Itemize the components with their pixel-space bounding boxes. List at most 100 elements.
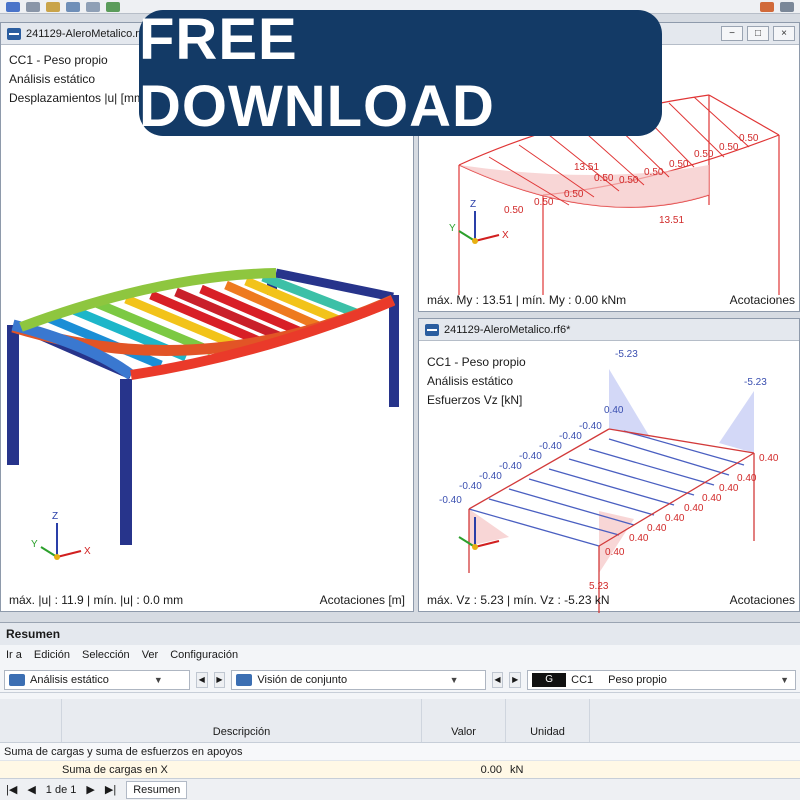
svg-text:-0.40: -0.40 (539, 441, 562, 452)
analysis-icon (9, 673, 25, 686)
last-page-button[interactable]: ▶| (105, 783, 116, 796)
menu-edit[interactable]: Edición (34, 649, 70, 663)
svg-text:0.50: 0.50 (564, 189, 584, 200)
panel-selectors: Análisis estático ▼ ◀ ▶ Visión de conjun… (0, 667, 800, 693)
svg-text:Y: Y (449, 223, 456, 234)
displacement-status-left: máx. |u| : 11.9 | mín. |u| : 0.0 mm (9, 593, 184, 607)
table-group-row[interactable]: Suma de cargas y suma de esfuerzos en ap… (0, 743, 800, 761)
svg-text:0.40: 0.40 (737, 473, 757, 484)
panel-title: Resumen (0, 623, 800, 645)
settings-icon[interactable] (780, 1, 794, 12)
menu-settings[interactable]: Configuración (170, 649, 238, 663)
free-download-banner[interactable]: FREE DOWNLOAD (139, 7, 662, 139)
summary-panel: Resumen Ir a Edición Selección Ver Confi… (0, 622, 800, 800)
view-select[interactable]: Visión de conjunto ▼ (231, 669, 486, 690)
page-indicator: 1 de 1 (45, 783, 77, 796)
maximize-button[interactable]: □ (747, 26, 769, 41)
view-icon (236, 673, 253, 686)
shear-status-left: máx. Vz : 5.23 | mín. Vz : -5.23 kN (427, 593, 610, 607)
svg-text:0.40: 0.40 (647, 523, 667, 534)
column-description: Descripción (62, 699, 422, 742)
menu-goto[interactable]: Ir a (6, 649, 22, 663)
menu-view[interactable]: Ver (142, 649, 159, 663)
table-row[interactable]: Suma de cargas en X 0.00 kN (0, 761, 800, 779)
chevron-down-icon: ▼ (153, 674, 163, 685)
model-icon[interactable] (6, 1, 20, 12)
row-value: 0.00 (480, 763, 502, 776)
svg-text:0.40: 0.40 (605, 547, 625, 558)
analysis-select[interactable]: Análisis estático ▼ (4, 669, 190, 690)
svg-text:-0.40: -0.40 (519, 451, 542, 462)
first-page-button[interactable]: |◀ (6, 783, 17, 796)
svg-text:13.51: 13.51 (574, 162, 599, 173)
panel-menu: Ir a Edición Selección Ver Configuración (0, 645, 800, 667)
svg-text:0.40: 0.40 (719, 483, 739, 494)
svg-text:-0.40: -0.40 (479, 471, 502, 482)
node-icon[interactable] (46, 1, 60, 12)
svg-text:Z: Z (52, 511, 58, 522)
tab-resumen[interactable]: Resumen (126, 780, 188, 799)
svg-text:X: X (84, 546, 91, 557)
chevron-down-icon: ▼ (780, 674, 789, 685)
table-icon[interactable] (86, 1, 100, 12)
minimize-button[interactable]: − (721, 26, 743, 41)
axis-triad: Z X Y (31, 511, 91, 560)
svg-text:0.50: 0.50 (719, 142, 739, 153)
window-controls: − □ × (721, 26, 795, 41)
prev-page-button[interactable]: ◀ (27, 783, 35, 796)
prev-arrow-button[interactable]: ◀ (195, 671, 208, 688)
next-arrow-button[interactable]: ▶ (213, 671, 226, 688)
svg-text:0.40: 0.40 (684, 503, 704, 514)
svg-text:0.50: 0.50 (504, 205, 524, 216)
svg-text:0.40: 0.40 (629, 533, 649, 544)
window-title-bar: 241129-AleroMetalico.rf6* (419, 319, 799, 341)
close-button[interactable]: × (773, 26, 795, 41)
column-value: Valor (422, 699, 506, 742)
svg-text:Y: Y (31, 539, 38, 550)
svg-text:Z: Z (470, 199, 476, 210)
pager: |◀ ◀ 1 de 1 ▶ ▶| Resumen (0, 778, 800, 800)
view-icon[interactable] (26, 1, 40, 12)
row-description: Suma de cargas en X (62, 763, 168, 776)
svg-text:-0.40: -0.40 (559, 431, 582, 442)
app-logo-icon (7, 27, 21, 40)
next-page-button[interactable]: ▶ (86, 783, 94, 796)
svg-text:-0.40: -0.40 (579, 421, 602, 432)
displacement-status-right: Acotaciones [m] (319, 593, 405, 607)
svg-text:0.50: 0.50 (644, 167, 664, 178)
chevron-down-icon: ▼ (449, 674, 459, 685)
load-group-badge: G (532, 672, 567, 687)
svg-text:-5.23: -5.23 (615, 349, 638, 360)
next-arrow-button[interactable]: ▶ (509, 671, 522, 688)
svg-text:0.40: 0.40 (759, 453, 779, 464)
summary-table: Descripción Valor Unidad Suma de cargas … (0, 699, 800, 779)
shear-window: 241129-AleroMetalico.rf6* CC1 - Peso pro… (418, 318, 800, 613)
svg-text:-0.40: -0.40 (439, 495, 462, 506)
shear-status-right: Acotaciones (729, 593, 795, 607)
color-icon[interactable] (760, 1, 774, 12)
window-title: 241129-AleroMetalico.rf6* (444, 323, 571, 336)
svg-text:0.50: 0.50 (694, 149, 714, 160)
svg-text:0.50: 0.50 (594, 173, 614, 184)
shear-model-view[interactable]: -5.23 -5.23 5.23 -0.40 -0.40 -0.40 -0.40… (419, 341, 800, 613)
svg-text:13.51: 13.51 (659, 215, 684, 226)
svg-text:0.50: 0.50 (619, 175, 639, 186)
svg-text:0.50: 0.50 (534, 197, 554, 208)
moment-status-left: máx. My : 13.51 | mín. My : 0.00 kNm (427, 293, 627, 307)
svg-text:0.40: 0.40 (604, 405, 624, 416)
menu-selection[interactable]: Selección (82, 649, 130, 663)
axis-triad: Z X Y (449, 199, 509, 244)
app-logo-icon (425, 323, 439, 336)
prev-arrow-button[interactable]: ◀ (491, 671, 504, 688)
svg-text:-0.40: -0.40 (499, 461, 522, 472)
column-unit: Unidad (506, 699, 590, 742)
svg-text:0.50: 0.50 (669, 159, 689, 170)
svg-text:5.23: 5.23 (589, 581, 609, 592)
filter-icon[interactable] (66, 1, 80, 12)
load-case-select[interactable]: G CC1 Peso propio ▼ (527, 669, 796, 690)
moment-status-right: Acotaciones (729, 293, 795, 307)
row-unit: kN (510, 763, 524, 776)
svg-text:0.40: 0.40 (702, 493, 722, 504)
render-icon[interactable] (106, 1, 120, 12)
svg-text:0.50: 0.50 (739, 133, 759, 144)
